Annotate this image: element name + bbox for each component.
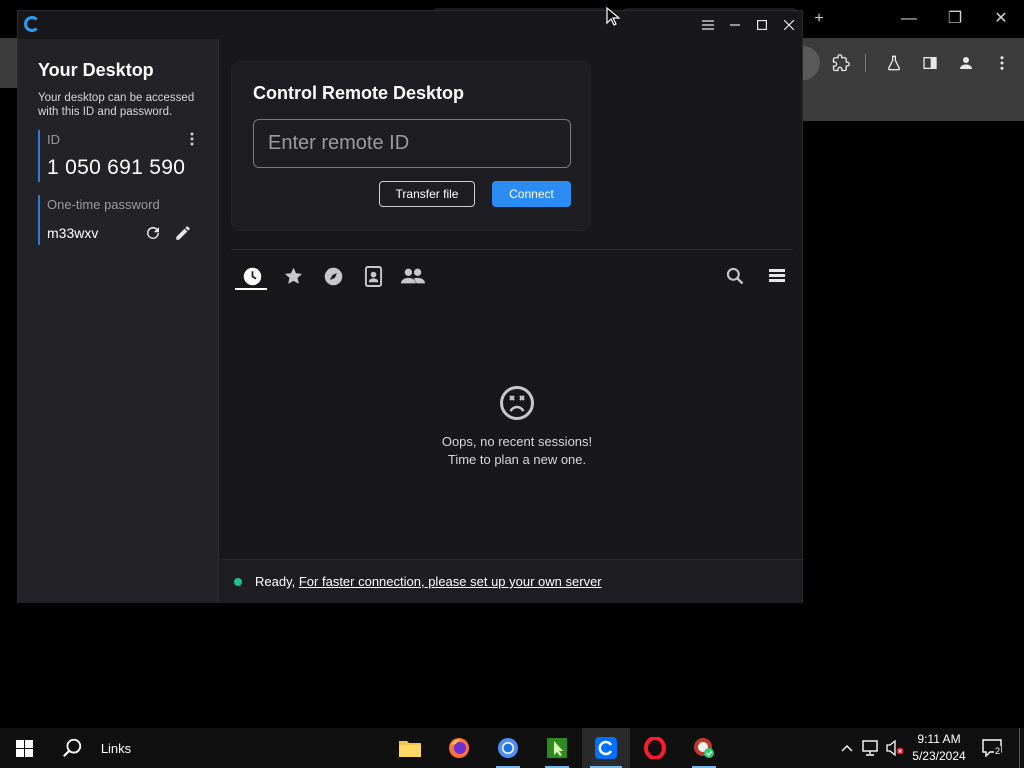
clock-time: 9:11 AM [917,732,961,746]
tab-favorites[interactable] [278,263,308,289]
taskbar-game-app[interactable] [537,728,577,768]
status-indicator-dot [234,578,242,586]
rustdesk-icon [595,737,617,759]
extensions-icon[interactable] [828,50,854,76]
password-value: m33wxv [47,225,99,241]
clock-date: 5/23/2024 [912,749,966,763]
taskbar-chrome[interactable] [488,728,528,768]
tab-discovered[interactable] [318,263,348,289]
refresh-password-icon[interactable] [142,222,164,244]
id-value: 1 050 691 590 [47,156,186,179]
firefox-icon [449,738,469,758]
main-panel: Control Remote Desktop Transfer file Con… [220,39,802,559]
view-list-icon[interactable] [762,263,792,289]
close-button[interactable] [776,13,802,37]
security-app-icon [694,738,714,758]
taskbar-opera[interactable] [635,728,675,768]
app-titlebar[interactable] [18,11,802,39]
tab-group[interactable] [398,263,428,289]
group-icon [401,268,425,284]
opera-icon [644,737,666,759]
empty-line-1: Oops, no recent sessions! [441,434,593,449]
minimize-button[interactable] [722,13,748,37]
rustdesk-window: Your Desktop Your desktop can be accesse… [17,10,803,603]
start-button[interactable] [0,728,48,768]
taskbar-security-app[interactable] [684,728,724,768]
labs-flask-icon[interactable] [881,50,907,76]
taskbar-rustdesk[interactable] [582,728,630,768]
transfer-file-button[interactable]: Transfer file [379,181,475,207]
maximize-button[interactable] [749,13,775,37]
search-icon [62,738,82,758]
windows-logo-icon [15,739,33,757]
empty-sessions-message: Oops, no recent sessions! Time to plan a… [400,433,634,469]
sad-face-icon [500,386,534,420]
show-desktop-button[interactable] [1019,728,1020,768]
status-state: Ready, [255,574,296,589]
taskbar-clock[interactable]: 9:11 AM 5/23/2024 [908,731,970,765]
section-divider [231,249,793,250]
connect-button[interactable]: Connect [492,181,571,207]
mouse-cursor-icon [606,7,621,26]
control-remote-title: Control Remote Desktop [253,83,465,103]
search-button[interactable] [52,728,92,768]
remote-id-input[interactable] [253,119,571,168]
browser-restore-button[interactable]: ❐ [932,6,978,32]
taskbar-firefox[interactable] [439,728,479,768]
menu-button[interactable] [695,13,721,37]
browser-close-button[interactable]: ✕ [978,6,1024,32]
chrome-icon [498,738,518,758]
folder-icon [399,741,421,757]
star-icon [284,267,302,284]
profile-icon[interactable] [953,50,979,76]
address-book-icon [364,265,382,287]
sidebar: Your Desktop Your desktop can be accesse… [18,39,219,603]
network-icon[interactable] [861,738,881,758]
status-bar: Ready, For faster connection, please set… [220,559,802,603]
edit-password-icon[interactable] [172,222,194,244]
toolbar-divider [865,54,866,72]
empty-line-2: Time to plan a new one. [447,452,587,467]
tab-address-book[interactable] [358,263,388,289]
side-panel-icon[interactable] [917,50,943,76]
password-accent-bar [38,195,40,245]
taskbar-file-explorer[interactable] [390,728,430,768]
setup-server-link[interactable]: For faster connection, please set up you… [299,574,602,589]
notification-count: 2 [994,746,1002,756]
browser-content-area [800,88,1024,121]
search-label[interactable]: Links [96,728,136,768]
id-label: ID [47,132,60,147]
control-remote-card: Control Remote Desktop Transfer file Con… [231,61,591,231]
search-sessions-icon[interactable] [720,263,750,289]
volume-muted-icon[interactable] [885,738,905,758]
tab-recent-sessions[interactable] [237,263,267,289]
compass-icon [324,267,342,285]
rustdesk-logo-icon [24,16,40,32]
clock-icon [243,267,261,285]
taskbar: Links 9:11 AM 5/23/2024 2 [0,728,1024,768]
active-tab-indicator [235,288,267,290]
id-options-icon[interactable] [181,128,203,150]
browser-minimize-button[interactable]: — [886,6,932,32]
notifications-icon[interactable]: 2 [982,738,1002,758]
browser-menu-icon[interactable] [989,50,1015,76]
password-label: One-time password [47,197,160,212]
game-app-icon [547,738,567,758]
show-hidden-icons-chevron-icon[interactable] [837,738,857,758]
sidebar-title: Your Desktop [38,60,154,80]
id-accent-bar [38,130,40,182]
sidebar-description: Your desktop can be accessed with this I… [38,92,195,118]
status-text: Ready, For faster connection, please set… [255,574,602,589]
